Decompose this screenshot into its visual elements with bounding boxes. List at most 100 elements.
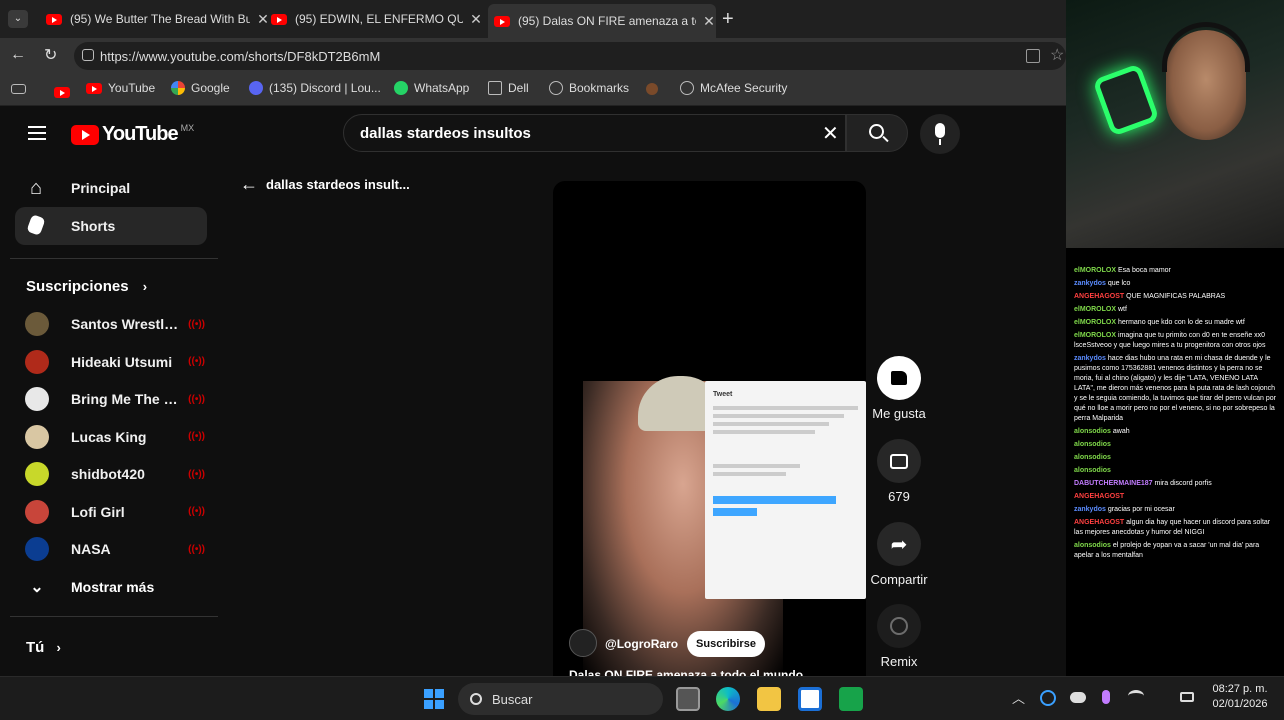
- chat-message: elMOROLOX hermano que kdo con lo de su m…: [1074, 318, 1276, 328]
- tray-mic-icon[interactable]: [1102, 690, 1110, 704]
- neon-sign: [1092, 63, 1160, 137]
- tray-chevron-icon[interactable]: ︿: [1012, 688, 1025, 707]
- search-input[interactable]: dallas stardeos insultos: [343, 114, 846, 152]
- short-video-player[interactable]: Tweet @LogroRaro Suscribirse Dalas ON FI…: [553, 181, 866, 676]
- app-icon[interactable]: [839, 687, 863, 711]
- windows-start-icon[interactable]: [422, 687, 446, 711]
- chat-username[interactable]: alonsodios: [1074, 542, 1111, 549]
- comment-icon: [890, 453, 908, 469]
- subscription-item[interactable]: Lofi Girl ((•)): [25, 494, 205, 530]
- you-section-header[interactable]: Tú ›: [26, 639, 61, 656]
- like-button[interactable]: [877, 356, 921, 400]
- chat-username[interactable]: ANGEHAGOST: [1074, 293, 1124, 300]
- tray-sync-icon[interactable]: [1040, 690, 1056, 706]
- stream-chat: elMOROLOX Esa boca mamor zankydos que lco…: [1066, 248, 1284, 676]
- home-icon: ⌂: [29, 176, 43, 199]
- chat-text: awah: [1112, 428, 1130, 435]
- channel-handle[interactable]: @LogroRaro: [605, 637, 678, 651]
- chat-username[interactable]: DABUTCHERMAINE187: [1074, 480, 1153, 487]
- remix-button[interactable]: [877, 604, 921, 648]
- bookmark-whatsapp[interactable]: WhatsApp: [394, 81, 469, 95]
- address-bar[interactable]: https://www.youtube.com/shorts/DF8kDT2B6…: [74, 42, 1066, 70]
- subscription-name: shidbot420: [71, 466, 145, 482]
- voice-search-button[interactable]: [920, 114, 960, 154]
- youtube-favicon-icon: [46, 13, 62, 25]
- reading-list-icon[interactable]: [11, 84, 26, 94]
- site-info-icon[interactable]: [82, 49, 94, 61]
- tray-cloud-icon[interactable]: [1070, 692, 1086, 703]
- bookmark-youtube-icon-only[interactable]: [54, 85, 78, 103]
- edge-browser-icon[interactable]: [716, 687, 740, 711]
- app-available-icon[interactable]: [1026, 49, 1040, 63]
- bookmark-google[interactable]: Google: [171, 81, 230, 95]
- back-button[interactable]: ←: [10, 46, 26, 64]
- chat-username[interactable]: elMOROLOX: [1074, 306, 1116, 313]
- tray-wifi-icon[interactable]: [1128, 690, 1144, 702]
- subscriptions-header[interactable]: Suscripciones ›: [26, 278, 147, 295]
- browser-tab[interactable]: (95) EDWIN, EL ENFERMO QUE DE ✕: [265, 6, 483, 32]
- chat-username[interactable]: elMOROLOX: [1074, 267, 1116, 274]
- chat-username[interactable]: zankydos: [1074, 280, 1106, 287]
- new-tab-button[interactable]: +: [722, 8, 734, 31]
- chat-username[interactable]: elMOROLOX: [1074, 332, 1116, 339]
- chat-username[interactable]: zankydos: [1074, 355, 1106, 362]
- youtube-logo[interactable]: YouTube MX: [71, 123, 194, 146]
- clear-search-icon[interactable]: ✕: [822, 121, 839, 146]
- subscribe-button[interactable]: Suscribirse: [687, 631, 765, 657]
- tray-battery-icon[interactable]: [1180, 692, 1194, 702]
- bookmark-bookmarks[interactable]: Bookmarks: [549, 81, 629, 95]
- chat-username[interactable]: alonsodios: [1074, 454, 1111, 461]
- live-icon: ((•)): [188, 543, 205, 555]
- bookmark-mcafee[interactable]: McAfee Security: [680, 81, 787, 95]
- bookmark-youtube[interactable]: YouTube: [86, 81, 155, 95]
- bookmark-discord[interactable]: (135) Discord | Lou...: [249, 81, 381, 95]
- show-more-button[interactable]: ⌄ Mostrar más: [25, 576, 154, 598]
- folder-icon: [488, 81, 502, 95]
- file-explorer-icon[interactable]: [757, 687, 781, 711]
- chat-username[interactable]: ANGEHAGOST: [1074, 493, 1124, 500]
- bookmark-dell[interactable]: Dell: [488, 81, 529, 95]
- taskbar-search[interactable]: Buscar: [458, 683, 663, 715]
- channel-avatar[interactable]: [569, 629, 597, 657]
- share-button[interactable]: ➦: [877, 522, 921, 566]
- chat-message: ANGEHAGOST: [1074, 492, 1276, 502]
- chat-username[interactable]: zankydos: [1074, 506, 1106, 513]
- tweet-screenshot: Tweet: [705, 381, 866, 599]
- browser-tab[interactable]: (95) We Butter The Bread With But ✕: [40, 6, 270, 32]
- close-tab-icon[interactable]: ✕: [702, 13, 716, 30]
- task-view-icon[interactable]: [676, 687, 700, 711]
- chat-message: ANGEHAGOST algun dia hay que hacer un di…: [1074, 518, 1276, 538]
- subscription-item[interactable]: Bring Me The Ho... ((•)): [25, 381, 205, 417]
- subscription-item[interactable]: Hideaki Utsumi ((•)): [25, 344, 205, 380]
- hamburger-menu-icon[interactable]: [28, 126, 46, 140]
- tab-title: (95) We Butter The Bread With But: [70, 12, 250, 26]
- chat-username[interactable]: alonsodios: [1074, 441, 1111, 448]
- tab-menu-button[interactable]: ⌄: [8, 10, 28, 28]
- chat-username[interactable]: ANGEHAGOST: [1074, 519, 1124, 526]
- browser-tab[interactable]: (95) Dalas ON FIRE amenaza a tod ✕: [488, 4, 716, 38]
- chat-username[interactable]: elMOROLOX: [1074, 319, 1116, 326]
- close-tab-icon[interactable]: ✕: [469, 11, 483, 28]
- favorite-star-icon[interactable]: ☆: [1050, 45, 1064, 65]
- search-button[interactable]: [846, 114, 908, 152]
- reload-button[interactable]: ↻: [44, 45, 57, 65]
- bookmark-misc-icon[interactable]: [646, 83, 658, 95]
- clock[interactable]: 08:27 p. m. 02/01/2026: [1200, 682, 1280, 712]
- subscription-item[interactable]: Santos Wrestling... ((•)): [25, 306, 205, 342]
- subscription-name: Santos Wrestling...: [71, 316, 181, 332]
- subscription-item[interactable]: shidbot420 ((•)): [25, 456, 205, 492]
- live-icon: ((•)): [188, 356, 205, 367]
- chat-username[interactable]: alonsodios: [1074, 467, 1111, 474]
- store-icon[interactable]: [798, 687, 822, 711]
- chat-username[interactable]: alonsodios: [1074, 428, 1111, 435]
- back-to-results[interactable]: ← dallas stardeos insult...: [240, 174, 410, 195]
- streamer-webcam: [1066, 0, 1284, 248]
- sidebar-item-principal[interactable]: ⌂ Principal: [15, 169, 207, 207]
- chat-message: elMOROLOX imagina que tu primito con d0 …: [1074, 331, 1276, 351]
- comments-button[interactable]: [877, 439, 921, 483]
- subscription-name: Lucas King: [71, 428, 147, 445]
- sidebar-item-shorts[interactable]: Shorts: [15, 207, 207, 245]
- subscription-item[interactable]: Lucas King ((•)): [25, 419, 205, 455]
- share-arrow-icon: ➦: [890, 533, 908, 556]
- subscription-item[interactable]: NASA ((•)): [25, 531, 205, 567]
